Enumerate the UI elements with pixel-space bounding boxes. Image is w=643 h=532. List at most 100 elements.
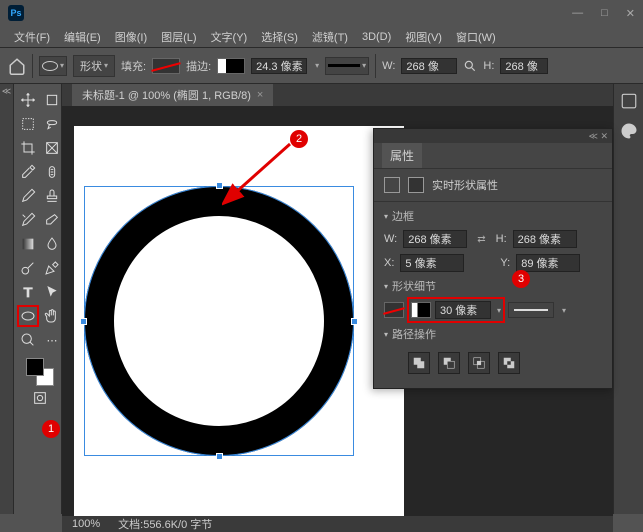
quick-mask-toggle[interactable] [30,390,50,406]
shape-type-icon [408,177,424,193]
transform-handle-s[interactable] [216,453,223,460]
menu-filter[interactable]: 滤镜(T) [306,27,354,47]
transform-handle-w[interactable] [80,318,87,325]
link-wh-icon[interactable]: ⇄ [473,234,489,245]
pen-tool[interactable] [42,258,62,278]
prop-stroke-width-input[interactable] [435,301,491,319]
home-icon[interactable] [8,57,26,75]
pathop-intersect[interactable] [468,352,490,374]
fill-label: 填充: [121,58,146,74]
prop-height-input[interactable] [513,230,577,248]
pathop-combine[interactable] [408,352,430,374]
menu-file[interactable]: 文件(F) [8,27,56,47]
brush-tool[interactable] [18,186,38,206]
eraser-tool[interactable] [42,210,62,230]
prop-x-input[interactable] [400,254,464,272]
tool-panel: ⋯ [14,84,62,514]
eyedropper-tool[interactable] [18,162,38,182]
stroke-swatch[interactable] [217,58,245,74]
history-brush-tool[interactable] [18,210,38,230]
pathops-section-header[interactable]: ▾路径操作 [384,326,602,342]
prop-y-input[interactable] [516,254,580,272]
blur-tool[interactable] [42,234,62,254]
doc-status: 文档:556.6K/0 字节 [118,516,212,532]
annotation-badge-1: 1 [42,420,60,438]
zoom-level[interactable]: 100% [72,518,100,530]
window-maximize[interactable]: □ [601,7,608,20]
artboard-tool[interactable] [42,90,62,110]
menu-type[interactable]: 文字(Y) [205,27,254,47]
document-tab-title: 未标题-1 @ 100% (椭圆 1, RGB/8) [82,87,251,103]
stamp-tool[interactable] [42,186,62,206]
prop-stroke-style[interactable] [508,302,554,318]
shape-mode-dropdown[interactable]: 形状▾ [73,55,115,77]
zoom-tool[interactable] [18,330,38,350]
tool-preset-ellipse[interactable]: ▾ [39,56,67,76]
height-input[interactable] [500,58,548,74]
canvas[interactable] [74,126,404,516]
left-collapse-bar[interactable]: ≪ [0,84,14,514]
bounds-section-header[interactable]: ▾边框 [384,208,602,224]
healing-tool[interactable] [42,162,62,182]
properties-subtitle: 实时形状属性 [432,177,498,193]
menu-window[interactable]: 窗口(W) [450,27,502,47]
menu-layer[interactable]: 图层(L) [155,27,202,47]
edit-toolbar[interactable]: ⋯ [42,330,62,350]
close-tab-icon[interactable]: × [257,89,263,101]
panel-collapse-icon[interactable]: ≪ ✕ [589,131,608,142]
scrub-icon[interactable] [463,59,477,73]
rect-marquee-tool[interactable] [18,114,38,134]
width-label: W: [382,60,395,72]
transform-handle-e[interactable] [351,318,358,325]
prop-stroke-swatch[interactable] [411,302,431,318]
options-bar: ▾ 形状▾ 填充: 描边: ▾ ▾ W: H: [0,48,643,84]
menu-select[interactable]: 选择(S) [255,27,304,47]
width-input[interactable] [401,58,457,74]
crop-tool[interactable] [18,138,38,158]
window-close[interactable]: ✕ [626,7,635,20]
prop-y-label: Y: [500,257,510,269]
pathop-subtract[interactable] [438,352,460,374]
transform-handle-n[interactable] [216,182,223,189]
properties-panel: ≪ ✕ 属性 实时形状属性 ▾边框 W: ⇄ H: X: Y: ▾形状细节 3 [373,128,613,389]
right-panel-strip[interactable] [613,84,643,514]
dodge-tool[interactable] [18,258,38,278]
ellipse-shape-selection[interactable] [84,186,354,456]
prop-h-label: H: [496,233,507,245]
window-minimize[interactable]: — [572,7,583,20]
chevron-down-icon[interactable]: ▾ [497,306,501,315]
fill-swatch[interactable] [152,58,180,74]
stroke-style-preview[interactable]: ▾ [325,57,369,75]
move-tool[interactable] [18,90,38,110]
annotation-badge-2: 2 [290,130,308,148]
properties-tab[interactable]: 属性 [382,143,422,168]
height-label: H: [483,60,494,72]
path-select-tool[interactable] [42,282,62,302]
foreground-color[interactable] [26,358,44,376]
frame-tool[interactable] [42,138,62,158]
lasso-tool[interactable] [42,114,62,134]
document-tab[interactable]: 未标题-1 @ 100% (椭圆 1, RGB/8) × [72,84,273,106]
menubar: 文件(F) 编辑(E) 图像(I) 图层(L) 文字(Y) 选择(S) 滤镜(T… [0,26,643,48]
stroke-width-input[interactable] [251,58,307,74]
prop-x-label: X: [384,257,394,269]
shape-mask-icon [384,177,400,193]
menu-edit[interactable]: 编辑(E) [58,27,107,47]
prop-fill-swatch[interactable] [384,302,404,318]
presets-panel-icon[interactable] [620,92,638,110]
color-swatches[interactable] [26,358,54,386]
ellipse-shape-tool[interactable] [18,306,38,326]
gradient-tool[interactable] [18,234,38,254]
prop-w-label: W: [384,233,397,245]
hand-tool[interactable] [42,306,62,326]
prop-width-input[interactable] [403,230,467,248]
pathop-exclude[interactable] [498,352,520,374]
type-tool[interactable] [18,282,38,302]
menu-image[interactable]: 图像(I) [109,27,153,47]
detail-section-header[interactable]: ▾形状细节 3 [384,278,602,294]
annotation-badge-3: 3 [512,270,530,288]
swatches-panel-icon[interactable] [620,122,638,140]
menu-3d[interactable]: 3D(D) [356,29,397,45]
app-logo: Ps [8,5,24,21]
menu-view[interactable]: 视图(V) [399,27,448,47]
